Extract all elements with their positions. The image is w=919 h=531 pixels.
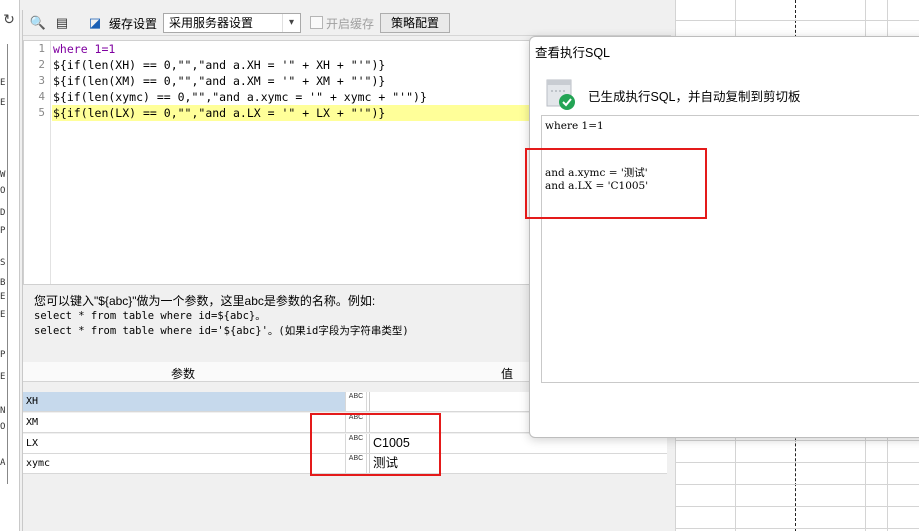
code-keyword: where [53, 42, 88, 56]
left-strip-char: E [0, 98, 6, 108]
line-number-gutter: 1 2 3 4 5 [24, 41, 51, 284]
refresh-icon[interactable]: ↻ [0, 10, 18, 28]
line-number: 2 [38, 58, 45, 71]
code-text: ${if(len(XH) == 0,"","and a.XH = '" + XH… [53, 58, 386, 72]
value-column-header: 值 [501, 367, 514, 381]
chevron-down-icon[interactable]: ▾ [282, 14, 300, 32]
left-strip-char: O [0, 422, 6, 432]
left-strip-char: A [0, 458, 6, 468]
left-strip-char: E [0, 310, 6, 320]
code-text: ${if(len(XM) == 0,"","and a.XM = '" + XM… [53, 74, 386, 88]
success-check-icon [546, 79, 575, 110]
cache-setting-value: 采用服务器设置 [169, 16, 254, 30]
line-number: 5 [38, 106, 45, 119]
preview-icon[interactable]: 🔍 [29, 14, 47, 32]
code-text: ${if(len(xymc) == 0,"","and a.xymc = '" … [53, 90, 427, 104]
success-message: 已生成执行SQL，并自动复制到剪切板 [588, 90, 801, 104]
param-name: xymc [26, 458, 51, 469]
param-column-header: 参数 [171, 367, 196, 381]
view-sql-window: 查看执行SQL 已生成执行SQL，并自动复制到剪切板 where 1=1 and … [529, 36, 919, 438]
left-strip-char: E [0, 372, 6, 382]
cache-save-icon: ◪ [88, 15, 102, 30]
left-strip-char: N [0, 406, 6, 416]
left-strip-char: P [0, 350, 6, 360]
window-title: 查看执行SQL [535, 46, 611, 60]
code-text: 1=1 [87, 42, 116, 56]
enable-cache-checkbox[interactable] [310, 16, 323, 29]
database-icon[interactable]: ▤ [53, 14, 71, 32]
annotation-box-sql [525, 148, 707, 219]
annotation-box-params [310, 413, 441, 476]
code-text: ${if(len(LX) == 0,"","and a.LX = '" + LX… [53, 106, 386, 120]
param-name: LX [26, 438, 39, 449]
left-strip-char: B [0, 278, 6, 288]
left-panel-strip: ↻ EEWODPSBEEPENOA [0, 0, 20, 531]
left-strip-char: D [0, 208, 6, 218]
line-number: 3 [38, 74, 45, 87]
param-name: XH [23, 392, 345, 411]
line-number: 4 [38, 90, 45, 103]
left-strip-char: P [0, 226, 6, 236]
sql-output-line: where 1=1 [545, 120, 604, 132]
left-strip-char: O [0, 186, 6, 196]
text-type-icon[interactable]: ABC [345, 392, 367, 411]
left-strip-char: E [0, 78, 6, 88]
left-strip-char: S [0, 258, 6, 268]
strategy-config-button[interactable]: 策略配置 [380, 13, 450, 33]
param-name: XM [26, 417, 39, 428]
editor-toolbar: 🔍 ▤ ◪ 缓存设置 采用服务器设置 ▾ 开启缓存 策略配置 [23, 10, 671, 36]
left-strip-char: E [0, 292, 6, 302]
cache-setting-select[interactable]: 采用服务器设置 ▾ [163, 13, 301, 33]
cache-setting-label: 缓存设置 [109, 17, 158, 31]
enable-cache-label: 开启缓存 [326, 17, 375, 31]
line-number: 1 [38, 42, 45, 55]
left-strip-char: W [0, 170, 6, 180]
